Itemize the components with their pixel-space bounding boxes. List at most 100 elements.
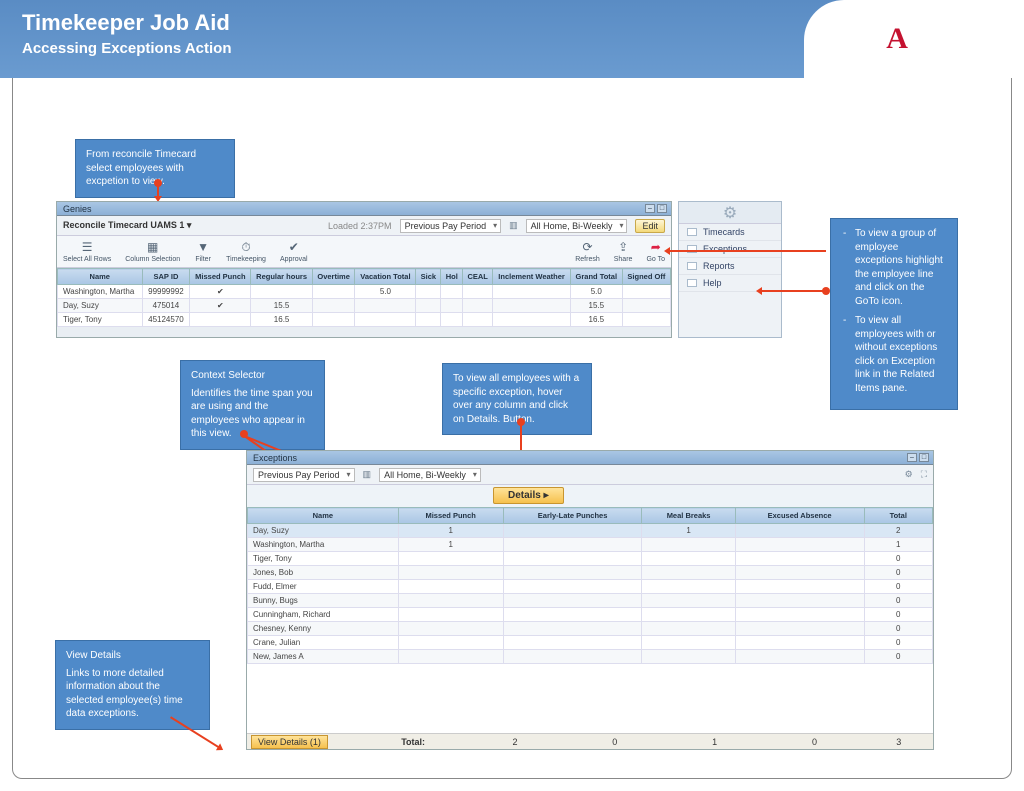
callout-view-details: View Details Links to more detailed info… bbox=[55, 640, 210, 730]
period-dropdown[interactable]: Previous Pay Period bbox=[253, 468, 355, 482]
table-row[interactable]: Jones, Bob0 bbox=[248, 566, 933, 580]
tool-column-selection[interactable]: ▦Column Selection bbox=[125, 240, 180, 263]
cell: 5.0 bbox=[355, 285, 416, 299]
view-selector[interactable]: Reconcile Timecard UAMS 1 ▾ bbox=[63, 220, 191, 231]
home-dropdown[interactable]: All Home, Bi-Weekly bbox=[526, 219, 628, 233]
col-vacation[interactable]: Vacation Total bbox=[355, 269, 416, 285]
total-ea: 0 bbox=[765, 737, 865, 747]
col-sick[interactable]: Sick bbox=[416, 269, 441, 285]
cell: 0 bbox=[864, 566, 933, 580]
col-inclement[interactable]: Inclement Weather bbox=[493, 269, 571, 285]
col-sap[interactable]: SAP ID bbox=[142, 269, 190, 285]
cell bbox=[503, 622, 642, 636]
col-name[interactable]: Name bbox=[58, 269, 143, 285]
period-nav-icon[interactable]: ▥ bbox=[509, 220, 518, 231]
table-row[interactable]: New, James A0 bbox=[248, 650, 933, 664]
table-row[interactable]: Crane, Julian0 bbox=[248, 636, 933, 650]
maximize-button[interactable]: □ bbox=[919, 453, 929, 462]
table-row[interactable]: Day, Suzy475014✔15.515.5 bbox=[58, 299, 671, 313]
maximize-icon[interactable]: ⛶ bbox=[921, 469, 927, 480]
cell bbox=[642, 538, 735, 552]
table-row[interactable]: Chesney, Kenny0 bbox=[248, 622, 933, 636]
total-mb: 1 bbox=[665, 737, 765, 747]
cell bbox=[503, 636, 642, 650]
minimize-button[interactable]: – bbox=[645, 204, 655, 213]
tool-timekeeping[interactable]: ⏱Timekeeping bbox=[226, 240, 266, 263]
cell bbox=[642, 580, 735, 594]
table-row[interactable]: Fudd, Elmer0 bbox=[248, 580, 933, 594]
cell bbox=[642, 552, 735, 566]
columns-icon: ▦ bbox=[144, 240, 162, 254]
col-grand-total[interactable]: Grand Total bbox=[570, 269, 622, 285]
home-dropdown[interactable]: All Home, Bi-Weekly bbox=[379, 468, 481, 482]
cell: Day, Suzy bbox=[58, 299, 143, 313]
side-item-reports[interactable]: Reports bbox=[679, 258, 781, 275]
cell bbox=[642, 608, 735, 622]
table-row[interactable]: Tiger, Tony4512457016.516.5 bbox=[58, 313, 671, 327]
tool-label: Timekeeping bbox=[226, 256, 266, 263]
tool-refresh[interactable]: ⟳Refresh bbox=[575, 240, 600, 263]
table-row[interactable]: Cunningham, Richard 0 bbox=[248, 608, 933, 622]
col-excused-absence[interactable]: Excused Absence bbox=[735, 508, 864, 524]
table-row[interactable]: Bunny, Bugs0 bbox=[248, 594, 933, 608]
cell: New, James A bbox=[248, 650, 399, 664]
cell bbox=[190, 313, 251, 327]
employee-grid[interactable]: Name SAP ID Missed Punch Regular hours O… bbox=[57, 268, 671, 327]
cell bbox=[493, 299, 571, 313]
exceptions-title: Exceptions bbox=[253, 453, 297, 463]
connector-arrow bbox=[157, 186, 159, 200]
cell bbox=[355, 313, 416, 327]
minimize-button[interactable]: – bbox=[907, 453, 917, 462]
window-buttons: – □ bbox=[907, 453, 929, 462]
col-hol[interactable]: Hol bbox=[441, 269, 463, 285]
table-row[interactable]: Washington, Martha99999992✔5.05.0 bbox=[58, 285, 671, 299]
details-button[interactable]: Details bbox=[493, 487, 564, 504]
cell bbox=[463, 299, 493, 313]
item-icon bbox=[687, 279, 697, 287]
exceptions-grid[interactable]: Name Missed Punch Early-Late Punches Mea… bbox=[247, 507, 933, 664]
col-total[interactable]: Total bbox=[864, 508, 933, 524]
cell bbox=[503, 650, 642, 664]
callout-heading: View Details bbox=[66, 649, 199, 663]
cell: 1 bbox=[398, 524, 503, 538]
cell bbox=[398, 622, 503, 636]
tool-approval[interactable]: ✔Approval bbox=[280, 240, 308, 263]
period-dropdown[interactable]: Previous Pay Period bbox=[400, 219, 502, 233]
connector-dot bbox=[822, 287, 830, 295]
table-row[interactable]: Washington, Martha11 bbox=[248, 538, 933, 552]
tool-share[interactable]: ⇪Share bbox=[614, 240, 633, 263]
cell: Washington, Martha bbox=[248, 538, 399, 552]
cell bbox=[398, 580, 503, 594]
col-name[interactable]: Name bbox=[248, 508, 399, 524]
col-early-late[interactable]: Early-Late Punches bbox=[503, 508, 642, 524]
col-signed-off[interactable]: Signed Off bbox=[622, 269, 670, 285]
table-row[interactable]: Tiger, Tony0 bbox=[248, 552, 933, 566]
col-ceal[interactable]: CEAL bbox=[463, 269, 493, 285]
col-missed-punch[interactable]: Missed Punch bbox=[190, 269, 251, 285]
gear-icon[interactable]: ⚙ bbox=[905, 469, 913, 480]
cell bbox=[251, 285, 312, 299]
grid-header-row: Name SAP ID Missed Punch Regular hours O… bbox=[58, 269, 671, 285]
side-item-timecards[interactable]: Timecards bbox=[679, 224, 781, 241]
item-icon bbox=[687, 228, 697, 236]
col-regular[interactable]: Regular hours bbox=[251, 269, 312, 285]
col-overtime[interactable]: Overtime bbox=[312, 269, 355, 285]
maximize-button[interactable]: □ bbox=[657, 204, 667, 213]
cell: 2 bbox=[864, 524, 933, 538]
cell bbox=[735, 650, 864, 664]
cell: 0 bbox=[864, 608, 933, 622]
cell: Fudd, Elmer bbox=[248, 580, 399, 594]
cell: Tiger, Tony bbox=[248, 552, 399, 566]
table-row[interactable]: Day, Suzy112 bbox=[248, 524, 933, 538]
nav-icon[interactable]: ▥ bbox=[363, 469, 372, 480]
col-meal-breaks[interactable]: Meal Breaks bbox=[642, 508, 735, 524]
view-details-button[interactable]: View Details (1) bbox=[251, 735, 328, 749]
tool-select-all[interactable]: ☰Select All Rows bbox=[63, 240, 111, 263]
cell: Cunningham, Richard bbox=[248, 608, 399, 622]
tool-filter[interactable]: ▼Filter bbox=[194, 240, 212, 263]
tool-label: Go To bbox=[646, 256, 665, 263]
genies-titlebar: Genies – □ bbox=[57, 202, 671, 216]
edit-button[interactable]: Edit bbox=[635, 219, 665, 233]
cell bbox=[642, 594, 735, 608]
col-missed-punch[interactable]: Missed Punch bbox=[398, 508, 503, 524]
